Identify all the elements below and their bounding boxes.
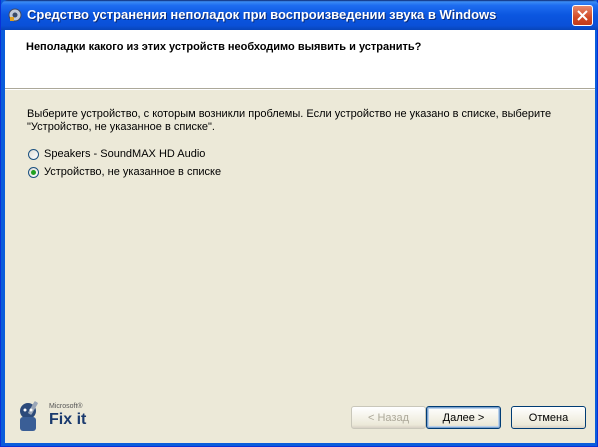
instruction-line-1: Выберите устройство, с которым возникли …	[27, 108, 552, 120]
back-button[interactable]: < Назад	[351, 406, 426, 429]
device-option-label: Speakers - SoundMAX HD Audio	[44, 148, 206, 160]
wizard-content: Выберите устройство, с которым возникли …	[5, 90, 595, 443]
instruction-text: Выберите устройство, с которым возникли …	[27, 108, 572, 134]
wizard-question: Неполадки какого из этих устройств необх…	[26, 41, 422, 53]
instruction-line-2: "Устройство, не указанное в списке".	[27, 121, 215, 133]
title-bar[interactable]: Средство устранения неполадок при воспро…	[1, 0, 598, 30]
fixit-logo: Microsoft® Fix it	[11, 397, 101, 437]
microsoft-label: Microsoft®	[49, 403, 83, 410]
next-button[interactable]: Далее >	[426, 406, 501, 429]
device-option-speakers[interactable]: Speakers - SoundMAX HD Audio	[28, 146, 205, 162]
radio-button[interactable]	[28, 148, 39, 160]
window-title: Средство устранения неполадок при воспро…	[27, 7, 497, 22]
device-option-label: Устройство, не указанное в списке	[44, 166, 222, 178]
cancel-button[interactable]: Отмена	[511, 406, 586, 429]
dialog-window: Средство устранения неполадок при воспро…	[0, 0, 598, 447]
wizard-header: Неполадки какого из этих устройств необх…	[5, 30, 595, 88]
close-button[interactable]	[572, 5, 593, 26]
device-option-not-listed[interactable]: Устройство, не указанное в списке	[28, 164, 221, 180]
radio-button-selected[interactable]	[28, 166, 39, 178]
troubleshooter-app-icon	[8, 8, 22, 22]
fixit-mascot-icon	[20, 401, 38, 431]
fixit-label: Fix it	[49, 411, 87, 428]
close-icon	[577, 10, 588, 21]
